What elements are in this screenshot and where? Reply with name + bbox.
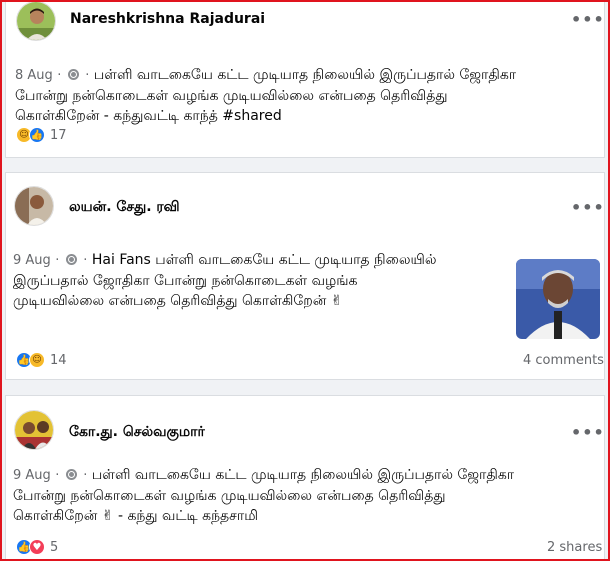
avatar[interactable] (14, 410, 54, 450)
shares-count-link[interactable]: 2 shares (547, 540, 602, 555)
post-date[interactable]: 9 Aug (13, 468, 51, 483)
reaction-summary[interactable]: 👍 ☺ 14 (16, 352, 67, 368)
haha-icon: ☺ (29, 352, 45, 368)
post-author-name[interactable]: Nareshkrishna Rajadurai (70, 11, 265, 27)
reaction-summary[interactable]: ☺ 👍 17 (16, 127, 67, 143)
meta-separator: · (85, 68, 90, 83)
post-text-line: கொள்கிறேன் ✌ - கந்து வட்டி கந்தசாமி (13, 508, 259, 524)
post-card: Nareshkrishna Rajadurai ••• 8 Aug · · பள… (5, 2, 605, 158)
post-date[interactable]: 9 Aug (13, 253, 51, 268)
post-date[interactable]: 8 Aug (15, 68, 53, 83)
more-options-icon[interactable]: ••• (571, 423, 605, 442)
love-icon: ♥ (29, 539, 45, 555)
avatar[interactable] (16, 2, 56, 41)
reaction-summary[interactable]: 👍 ♥ 5 (16, 539, 58, 555)
post-image-thumbnail[interactable] (516, 259, 600, 339)
post-text-line: பள்ளி வாடகையே கட்ட முடியாத நிலையில் இருப… (93, 67, 517, 83)
post-text-line: போன்று நன்கொடைகள் வழங்க முடியவில்லை என்ப… (15, 88, 448, 104)
more-options-icon[interactable]: ••• (571, 198, 605, 217)
meta-separator: · (57, 68, 62, 83)
post-body: 8 Aug · · பள்ளி வாடகையே கட்ட முடியாத நில… (15, 65, 600, 126)
comments-count-link[interactable]: 4 comments (523, 353, 604, 368)
post-text-line: Hai Fans பள்ளி வாடகையே கட்ட முடியாத நிலை… (91, 252, 437, 268)
meta-separator: · (83, 468, 88, 483)
post-text-line: இருப்பதால் ஜோதிகா போன்று நன்கொடைகள் வழங்… (13, 273, 358, 289)
post-card: லயன். சேது. ரவி ••• 9 Aug · · Hai Fans ப… (5, 172, 605, 380)
avatar[interactable] (14, 186, 54, 226)
globe-icon (65, 469, 77, 480)
meta-separator: · (55, 253, 60, 268)
post-body: 9 Aug · · Hai Fans பள்ளி வாடகையே கட்ட மு… (13, 250, 508, 311)
post-text-line: முடியவில்லை என்பதை தெரிவித்து கொள்கிறேன்… (13, 293, 343, 309)
globe-icon (65, 254, 77, 265)
more-options-icon[interactable]: ••• (571, 10, 605, 29)
post-body: 9 Aug · · பள்ளி வாடகையே கட்ட முடியாத நில… (13, 465, 598, 526)
post-text-line: போன்று நன்கொடைகள் வழங்க முடியவில்லை என்ப… (13, 488, 446, 504)
post-author-name[interactable]: கோ.து. செல்வகுமார் (69, 424, 205, 442)
feed-frame: Nareshkrishna Rajadurai ••• 8 Aug · · பள… (0, 0, 610, 561)
meta-separator: · (55, 468, 60, 483)
post-text-line: கொள்கிறேன் - கந்துவட்டி காந்த் #shared (15, 108, 282, 124)
reaction-count: 5 (50, 539, 59, 555)
meta-separator: · (83, 253, 88, 268)
reaction-count: 14 (50, 352, 67, 368)
post-author-name[interactable]: லயன். சேது. ரவி (69, 199, 180, 217)
post-text-line: பள்ளி வாடகையே கட்ட முடியாத நிலையில் இருப… (91, 467, 515, 483)
reaction-count: 17 (50, 127, 67, 143)
post-card: கோ.து. செல்வகுமார் ••• 9 Aug · · பள்ளி வ… (5, 395, 605, 559)
like-icon: 👍 (29, 127, 45, 143)
globe-icon (67, 69, 79, 80)
